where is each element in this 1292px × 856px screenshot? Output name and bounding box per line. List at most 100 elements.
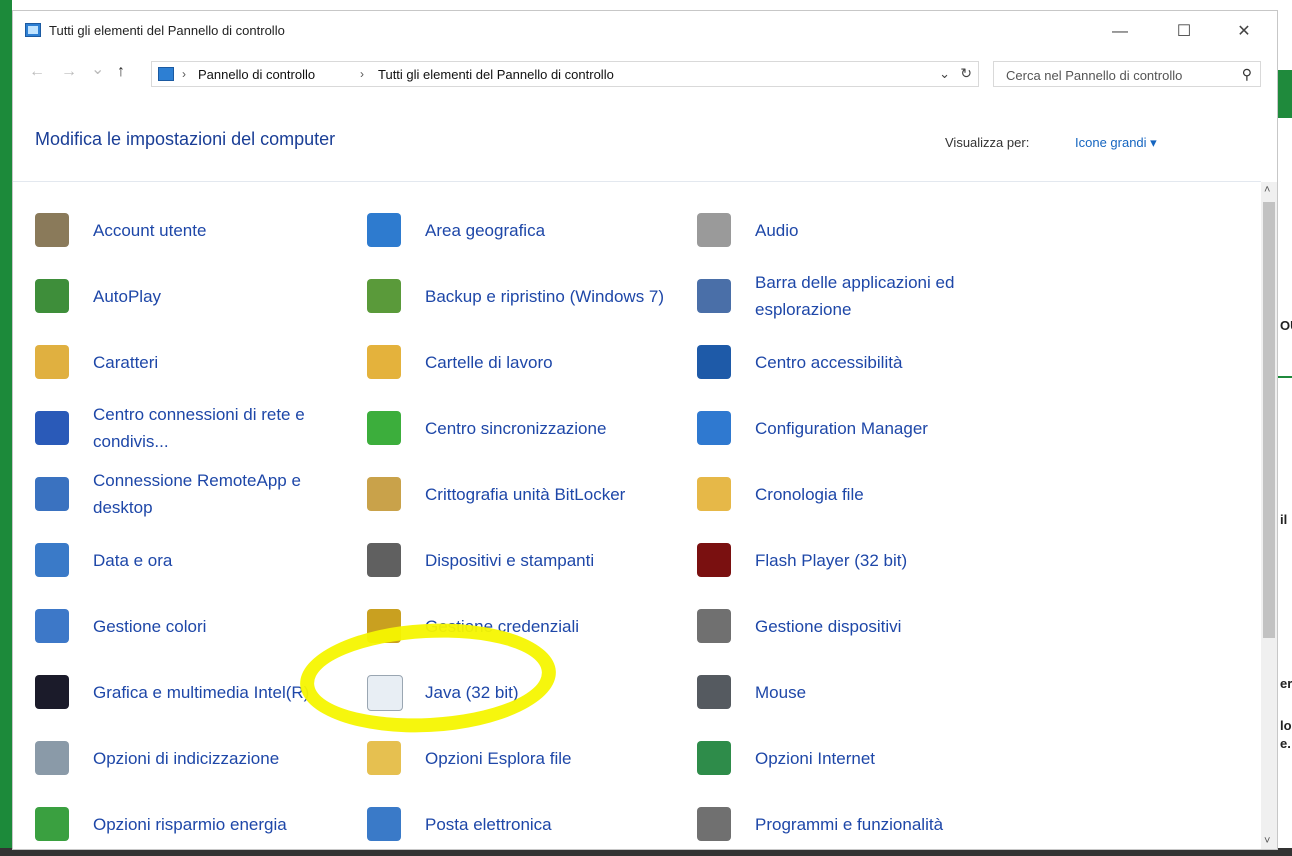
- control-panel-item-label[interactable]: Opzioni Internet: [755, 745, 1015, 772]
- power-options-icon: [35, 807, 69, 841]
- control-panel-item-label[interactable]: Backup e ripristino (Windows 7): [425, 283, 685, 310]
- calendar-clock-icon: [35, 543, 69, 577]
- view-by-dropdown[interactable]: Icone grandi ▾: [1075, 135, 1157, 151]
- intel-graphics-icon: [35, 675, 69, 709]
- control-panel-item[interactable]: Account utente: [35, 203, 355, 253]
- up-arrow-icon[interactable]: ↑: [117, 63, 125, 81]
- control-panel-item-label[interactable]: Centro connessioni di rete e condivis...: [93, 401, 353, 455]
- device-manager-icon: [697, 609, 731, 643]
- control-panel-item-label[interactable]: Mouse: [755, 679, 1015, 706]
- control-panel-item[interactable]: Opzioni Esplora file: [367, 731, 687, 781]
- control-panel-item-label[interactable]: Gestione colori: [93, 613, 353, 640]
- fonts-icon: [35, 345, 69, 379]
- control-panel-item-label[interactable]: Audio: [755, 217, 1015, 244]
- control-panel-item-label[interactable]: Centro accessibilità: [755, 349, 1015, 376]
- control-panel-item[interactable]: Cronologia file: [697, 467, 1017, 517]
- control-panel-item[interactable]: Connessione RemoteApp e desktop: [35, 467, 355, 517]
- control-panel-item-label[interactable]: Posta elettronica: [425, 811, 685, 838]
- control-panel-item-label[interactable]: Cartelle di lavoro: [425, 349, 685, 376]
- control-panel-item[interactable]: Barra delle applicazioni ed esplorazione: [697, 269, 1017, 319]
- search-icon[interactable]: ⚲: [1242, 66, 1252, 83]
- control-panel-item[interactable]: Audio: [697, 203, 1017, 253]
- control-panel-item-label[interactable]: Opzioni risparmio energia: [93, 811, 353, 838]
- control-panel-item[interactable]: Data e ora: [35, 533, 355, 583]
- mail-icon: [367, 807, 401, 841]
- control-panel-item-label[interactable]: Connessione RemoteApp e desktop: [93, 467, 353, 521]
- control-panel-item[interactable]: Opzioni risparmio energia: [35, 797, 355, 847]
- control-panel-item-label[interactable]: Area geografica: [425, 217, 685, 244]
- control-panel-item[interactable]: Configuration Manager: [697, 401, 1017, 451]
- search-box[interactable]: ⚲: [993, 61, 1261, 88]
- control-panel-item-label[interactable]: Barra delle applicazioni ed esplorazione: [755, 269, 1015, 323]
- back-arrow-icon[interactable]: ←: [29, 63, 45, 81]
- remoteapp-icon: [35, 477, 69, 511]
- scroll-down-icon[interactable]: ˅: [1264, 835, 1270, 847]
- control-panel-item[interactable]: Mouse: [697, 665, 1017, 715]
- control-panel-item-label[interactable]: Centro sincronizzazione: [425, 415, 685, 442]
- vertical-scrollbar[interactable]: ˄ ˅: [1261, 182, 1277, 849]
- control-panel-item-label[interactable]: Opzioni Esplora file: [425, 745, 685, 772]
- control-panel-item-label[interactable]: Dispositivi e stampanti: [425, 547, 685, 574]
- title-bar[interactable]: Tutti gli elementi del Pannello di contr…: [13, 11, 1277, 51]
- control-panel-item[interactable]: Dispositivi e stampanti: [367, 533, 687, 583]
- file-history-icon: [697, 477, 731, 511]
- explorer-options-icon: [367, 741, 401, 775]
- background-text: e.:: [1280, 736, 1292, 751]
- close-button[interactable]: ✕: [1221, 17, 1267, 47]
- refresh-icon[interactable]: ↻: [960, 65, 972, 82]
- control-panel-item[interactable]: Centro connessioni di rete e condivis...: [35, 401, 355, 451]
- breadcrumb-separator-icon: ›: [360, 67, 364, 81]
- control-panel-item-label[interactable]: Gestione dispositivi: [755, 613, 1015, 640]
- control-panel-item[interactable]: Area geografica: [367, 203, 687, 253]
- control-panel-item[interactable]: Opzioni Internet: [697, 731, 1017, 781]
- control-panel-item-label[interactable]: Crittografia unità BitLocker: [425, 481, 685, 508]
- scrollbar-thumb[interactable]: [1263, 202, 1275, 638]
- control-panel-icon: [158, 67, 174, 81]
- control-panel-item[interactable]: Caratteri: [35, 335, 355, 385]
- control-panel-item-label[interactable]: Opzioni di indicizzazione: [93, 745, 353, 772]
- control-panel-item-label[interactable]: Programmi e funzionalità: [755, 811, 1015, 838]
- config-manager-icon: [697, 411, 731, 445]
- control-panel-item[interactable]: Flash Player (32 bit): [697, 533, 1017, 583]
- recent-locations-icon[interactable]: ⌄: [91, 59, 104, 79]
- breadcrumb-control-panel[interactable]: Pannello di controllo: [198, 67, 315, 82]
- control-panel-icon: [25, 23, 41, 37]
- control-panel-item-label[interactable]: Caratteri: [93, 349, 353, 376]
- address-bar[interactable]: › Pannello di controllo › Tutti gli elem…: [151, 61, 979, 87]
- control-panel-item-label[interactable]: Data e ora: [93, 547, 353, 574]
- control-panel-item[interactable]: Centro accessibilità: [697, 335, 1017, 385]
- network-icon: [35, 411, 69, 445]
- control-panel-item[interactable]: Backup e ripristino (Windows 7): [367, 269, 687, 319]
- bitlocker-icon: [367, 477, 401, 511]
- control-panel-item[interactable]: Programmi e funzionalità: [697, 797, 1017, 847]
- navigation-bar: ← → ⌄ ↑ › Pannello di controllo › Tutti …: [13, 57, 1277, 89]
- background-text: er: [1280, 676, 1292, 691]
- control-panel-item-label[interactable]: Configuration Manager: [755, 415, 1015, 442]
- minimize-button[interactable]: —: [1097, 17, 1143, 47]
- search-input[interactable]: [994, 62, 1238, 88]
- indexing-icon: [35, 741, 69, 775]
- control-panel-item[interactable]: Cartelle di lavoro: [367, 335, 687, 385]
- users-icon: [35, 213, 69, 247]
- control-panel-item[interactable]: Gestione colori: [35, 599, 355, 649]
- control-panel-item-label[interactable]: Cronologia file: [755, 481, 1015, 508]
- flash-icon: [697, 543, 731, 577]
- breadcrumb-all-items[interactable]: Tutti gli elementi del Pannello di contr…: [378, 67, 614, 82]
- control-panel-item[interactable]: Gestione dispositivi: [697, 599, 1017, 649]
- forward-arrow-icon[interactable]: →: [61, 63, 77, 81]
- control-panel-item[interactable]: Opzioni di indicizzazione: [35, 731, 355, 781]
- control-panel-item[interactable]: Posta elettronica: [367, 797, 687, 847]
- control-panel-item[interactable]: AutoPlay: [35, 269, 355, 319]
- content-header: Modifica le impostazioni del computer Vi…: [13, 89, 1261, 182]
- internet-options-icon: [697, 741, 731, 775]
- scroll-up-icon[interactable]: ˄: [1264, 184, 1270, 196]
- control-panel-item-label[interactable]: Account utente: [93, 217, 353, 244]
- address-dropdown-icon[interactable]: ⌄: [939, 66, 950, 82]
- control-panel-item[interactable]: Centro sincronizzazione: [367, 401, 687, 451]
- background-window-edge: [0, 0, 12, 856]
- control-panel-item[interactable]: Crittografia unità BitLocker: [367, 467, 687, 517]
- control-panel-item-label[interactable]: Flash Player (32 bit): [755, 547, 1015, 574]
- maximize-button[interactable]: ☐: [1161, 17, 1207, 47]
- backup-icon: [367, 279, 401, 313]
- control-panel-item-label[interactable]: AutoPlay: [93, 283, 353, 310]
